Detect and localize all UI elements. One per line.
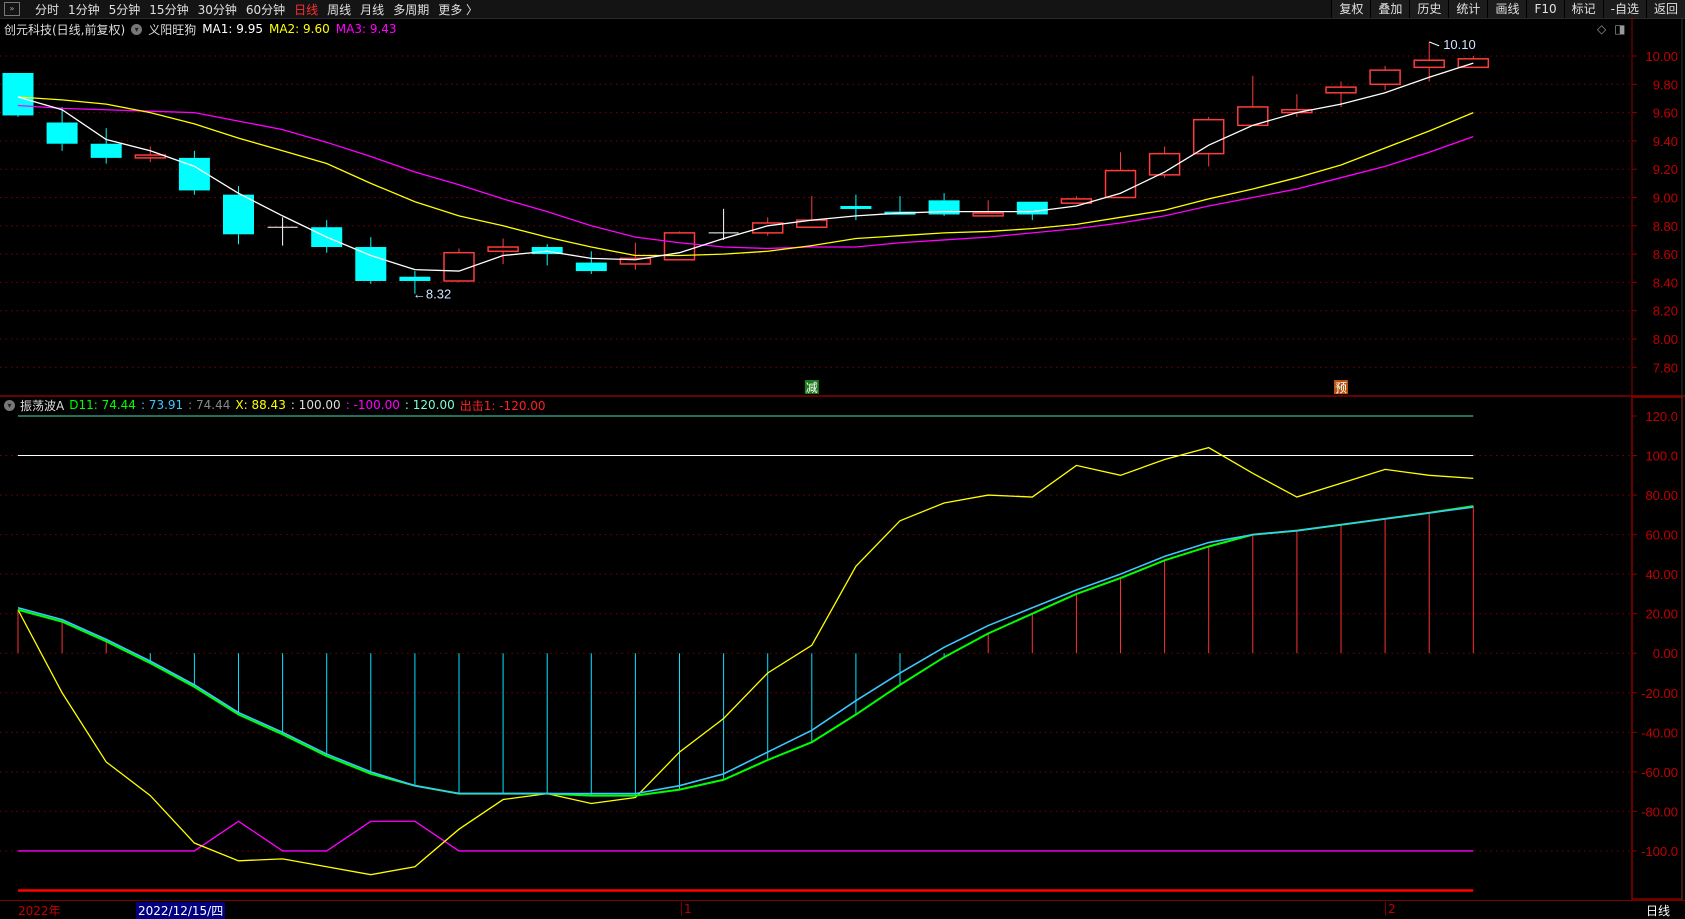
candle-up — [1369, 69, 1401, 86]
high-marker-icon — [1429, 41, 1440, 47]
price-tick-label: 10.00 — [1645, 49, 1678, 64]
candle-up — [1192, 118, 1225, 155]
price-tick-label: 8.40 — [1653, 275, 1678, 290]
indicator-tick-label: 60.00 — [1645, 528, 1678, 543]
chart-canvas[interactable]: 10.00 9.80 9.60 9.40 9.20 9.00 8.80 8.60 8.40 8.2… — [0, 0, 1685, 900]
candle-up — [1413, 59, 1445, 69]
indicator-tick-label: -100.0 — [1641, 844, 1678, 859]
price-tick-label: 8.60 — [1653, 247, 1678, 262]
candle-down — [2, 72, 34, 116]
candle-up — [1325, 86, 1357, 94]
time-axis: 2022年 2022/12/15/四 1 2 日线 — [0, 900, 1685, 919]
period-label[interactable]: 日线 — [1646, 902, 1670, 919]
year-label: 2022年 — [18, 904, 61, 918]
price-tick-label: 9.80 — [1653, 77, 1678, 92]
candle-down — [840, 205, 872, 209]
indicator-tick-label: -40.00 — [1641, 725, 1678, 740]
candle-up — [487, 246, 519, 253]
indicator-tick-label: 40.00 — [1645, 567, 1678, 582]
indicator-tick-label: 80.00 — [1645, 488, 1678, 503]
d11b-line — [17, 506, 1474, 795]
indicator-tick-label: -20.00 — [1641, 686, 1678, 701]
candle-down — [575, 262, 607, 272]
indicator-tick-label: 120.0 — [1645, 409, 1678, 424]
candle-up — [972, 212, 1004, 217]
month-label-1: 1 — [681, 902, 692, 916]
month-label-2: 2 — [1385, 902, 1396, 916]
candle-down — [90, 143, 122, 158]
price-tick-label: 9.00 — [1653, 191, 1678, 206]
high-price-label: 10.10 — [1443, 37, 1476, 52]
low-price-label: ←8.32 — [413, 287, 451, 302]
candle-down — [1016, 201, 1048, 215]
cursor-date: 2022/12/15/四 — [136, 902, 226, 919]
price-tick-label: 7.80 — [1653, 360, 1678, 375]
price-tick-label: 9.60 — [1653, 106, 1678, 121]
candle-down — [355, 247, 387, 281]
magenta-line — [18, 820, 1474, 852]
candle-down — [46, 122, 78, 144]
price-tick-label: 9.20 — [1653, 162, 1678, 177]
d11-line — [17, 505, 1474, 797]
indicator-tick-label: 20.00 — [1645, 607, 1678, 622]
indicator-tick-label: -60.00 — [1641, 765, 1678, 780]
x-line — [17, 446, 1474, 876]
indicator-tick-label: 100.0 — [1645, 449, 1678, 464]
ma1-line — [17, 62, 1474, 272]
indicator-tick-label: 0.00 — [1653, 646, 1678, 661]
signal-pre-label: 预 — [1335, 381, 1347, 395]
candle-up — [134, 154, 167, 159]
price-tick-label: 8.00 — [1653, 332, 1678, 347]
signal-reduce-label: 减 — [806, 381, 818, 395]
indicator-tick-label: -80.00 — [1641, 804, 1678, 819]
price-tick-label: 8.20 — [1653, 304, 1678, 319]
price-tick-label: 9.40 — [1653, 134, 1678, 149]
candle-down — [223, 194, 254, 235]
candle-down — [399, 276, 431, 281]
price-tick-label: 8.80 — [1653, 219, 1678, 234]
